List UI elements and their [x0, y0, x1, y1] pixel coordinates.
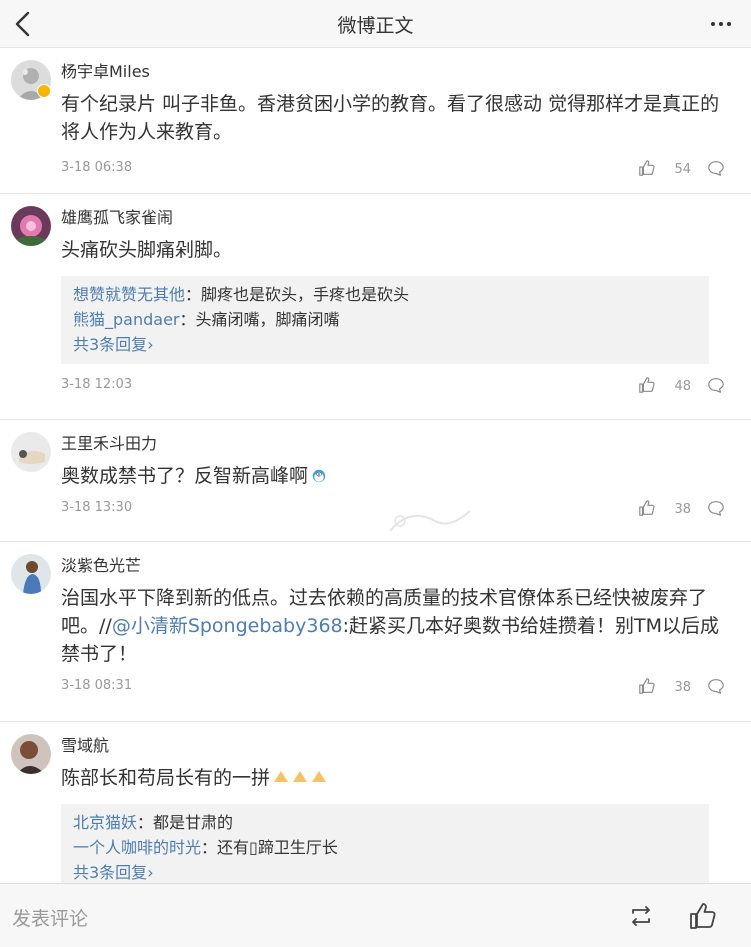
page-title: 微博正文 [337, 15, 414, 37]
comment-item: 雄鹰孤飞家雀闹 头痛砍头脚痛剁脚。 想赞就赞无其他：脚疼也是砍头，手疼也是砍头 … [0, 194, 751, 420]
username[interactable]: 杨宇卓Miles [61, 48, 729, 82]
more-replies-link[interactable]: 共3条回复› [73, 332, 697, 357]
like-icon[interactable] [638, 677, 656, 695]
more-icon[interactable] [709, 12, 733, 36]
comment-time: 3-18 12:03 [61, 377, 133, 392]
comment-meta: 3-18 06:38 54 [61, 150, 729, 198]
top-bar: 微博正文 [0, 0, 751, 48]
comment-text-content: 陈部长和苟局长有的一拼 [61, 767, 271, 789]
like-count: 48 [674, 379, 691, 394]
reply-box[interactable]: 想赞就赞无其他：脚疼也是砍头，手疼也是砍头 熊猫_pandaer：头痛闭嘴，脚痛… [61, 276, 709, 364]
comment-item: 杨宇卓Miles 有个纪录片 叫子非鱼。香港贫困小学的教育。看了很感动 觉得那样… [0, 48, 751, 194]
reply-text: ：头痛闭嘴，脚痛闭嘴 [179, 310, 340, 329]
like-icon[interactable] [688, 901, 718, 931]
comment-time: 3-18 08:31 [61, 678, 133, 693]
comment-meta: 3-18 12:03 48 [61, 367, 729, 415]
like-count: 38 [674, 502, 691, 517]
comment-icon[interactable] [707, 159, 725, 177]
reply-text: ：都是甘肃的 [137, 813, 234, 832]
comment-icon[interactable] [707, 376, 725, 394]
comment-item: 淡紫色光芒 治国水平下降到新的低点。过去依赖的高质量的技术官僚体系已经快被废弃了… [0, 542, 751, 722]
comment-text: 陈部长和苟局长有的一拼 [61, 764, 729, 792]
verified-icon [37, 84, 51, 98]
more-replies-label: 共3条回复 [73, 335, 148, 354]
comment-text-content: 奥数成禁书了？反智新高峰啊 [61, 465, 309, 487]
comment-icon[interactable] [707, 677, 725, 695]
doraemon-emoji [312, 469, 326, 483]
more-replies-link[interactable]: 共3条回复› [73, 860, 697, 883]
comment-text: 治国水平下降到新的低点。过去依赖的高质量的技术官僚体系已经快被废弃了吧。//@小… [61, 584, 729, 668]
username[interactable]: 王里禾斗田力 [61, 420, 729, 454]
more-replies-label: 共3条回复 [73, 863, 148, 882]
mention-link[interactable]: @小清新Spongebaby368 [112, 615, 343, 637]
chevron-right-icon: › [147, 335, 154, 354]
reply-box[interactable]: 北京猫妖：都是甘肃的 一个人咖啡的时光：还有▯蹄卫生厅长 共3条回复› [61, 804, 709, 883]
bottom-bar: 发表评论 [0, 883, 751, 947]
comment-input[interactable]: 发表评论 [12, 904, 88, 931]
reply-author[interactable]: 想赞就赞无其他 [73, 285, 185, 304]
like-icon[interactable] [638, 159, 656, 177]
comment-text: 头痛砍头脚痛剁脚。 [61, 239, 233, 261]
reply-text: ：脚疼也是砍头，手疼也是砍头 [185, 285, 410, 304]
reply-author[interactable]: 熊猫_pandaer [73, 310, 180, 329]
repost-icon[interactable] [627, 903, 655, 929]
avatar[interactable] [11, 432, 51, 472]
watermark-logo [389, 510, 471, 532]
like-count: 38 [674, 680, 691, 695]
reply-item: 一个人咖啡的时光：还有▯蹄卫生厅长 [73, 835, 697, 860]
comment-item: 王里禾斗田力 奥数成禁书了？反智新高峰啊 3-18 13:30 38 [0, 420, 751, 542]
avatar[interactable] [11, 206, 51, 246]
comment-time: 3-18 13:30 [61, 500, 133, 515]
comment-list: 杨宇卓Miles 有个纪录片 叫子非鱼。香港贫困小学的教育。看了很感动 觉得那样… [0, 48, 751, 883]
reply-item: 想赞就赞无其他：脚疼也是砍头，手疼也是砍头 [73, 282, 697, 307]
like-icon[interactable] [638, 499, 656, 517]
username[interactable]: 雪域航 [61, 722, 729, 756]
username[interactable]: 雄鹰孤飞家雀闹 [61, 194, 729, 228]
username[interactable]: 淡紫色光芒 [61, 542, 729, 576]
avatar[interactable] [11, 554, 51, 594]
reply-item: 熊猫_pandaer：头痛闭嘴，脚痛闭嘴 [73, 307, 697, 332]
avatar[interactable] [11, 734, 51, 774]
comment-text: 奥数成禁书了？反智新高峰啊 [61, 462, 729, 490]
reply-item: 北京猫妖：都是甘肃的 [73, 810, 697, 835]
comment-meta: 3-18 08:31 38 [61, 668, 729, 716]
comment-item: 雪域航 陈部长和苟局长有的一拼 北京猫妖：都是甘肃的 一个人咖啡的时光：还有▯蹄… [0, 722, 751, 883]
reply-text: ：还有▯蹄卫生厅长 [201, 838, 338, 857]
clap-emoji [274, 771, 327, 782]
comment-text: 有个纪录片 叫子非鱼。香港贫困小学的教育。看了很感动 觉得那样才是真正的将人作为… [61, 93, 720, 143]
reply-author[interactable]: 北京猫妖 [73, 813, 137, 832]
chevron-right-icon: › [147, 863, 154, 882]
reply-author[interactable]: 一个人咖啡的时光 [73, 838, 201, 857]
comment-icon[interactable] [707, 499, 725, 517]
comment-time: 3-18 06:38 [61, 160, 133, 175]
like-count: 54 [674, 162, 691, 177]
like-icon[interactable] [638, 376, 656, 394]
